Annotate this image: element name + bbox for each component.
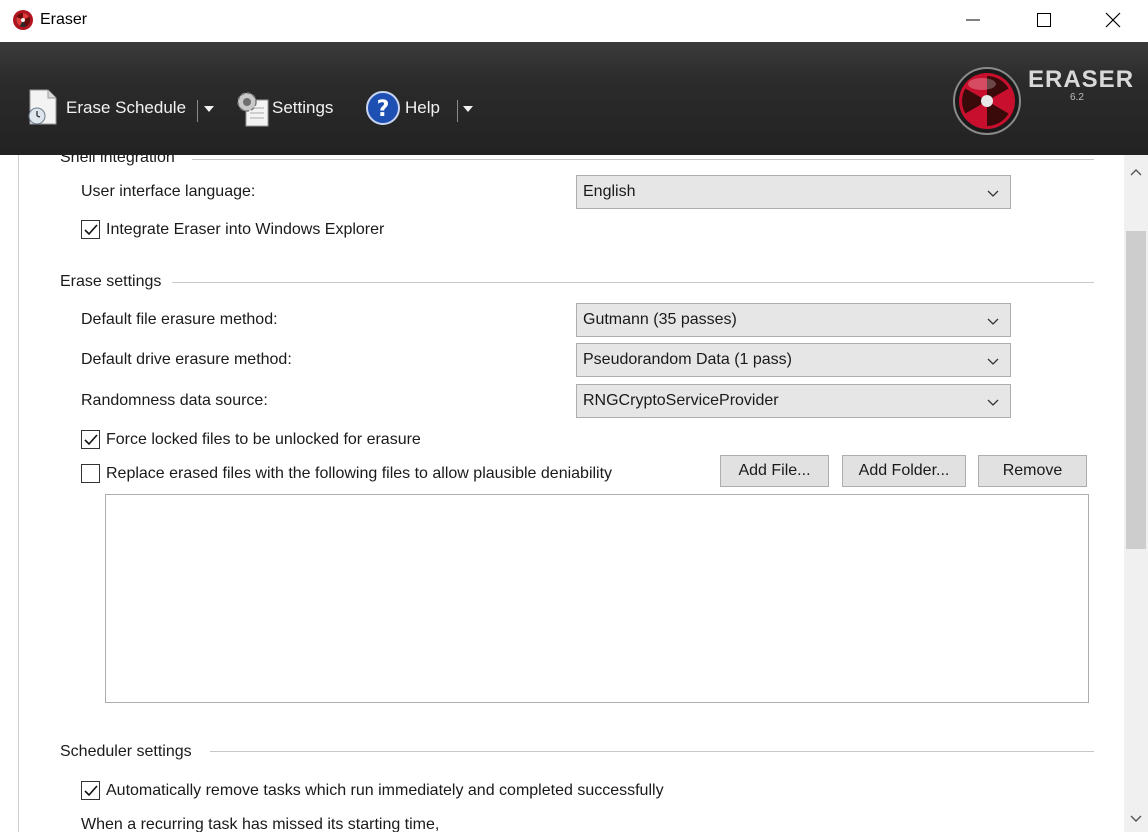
missed-task-label: When a recurring task has missed its sta… bbox=[81, 816, 440, 832]
drive-method-select[interactable]: Pseudorandom Data (1 pass) bbox=[576, 343, 1011, 377]
checkmark-icon bbox=[83, 784, 98, 796]
erase-schedule-button[interactable]: Erase Schedule bbox=[26, 88, 186, 128]
remove-button[interactable]: Remove bbox=[978, 455, 1087, 487]
help-button[interactable]: ? Help bbox=[365, 88, 440, 128]
eraser-app-icon bbox=[13, 10, 33, 30]
chevron-down-icon bbox=[987, 399, 999, 406]
checkmark-icon bbox=[83, 433, 98, 445]
toolbar-separator bbox=[197, 100, 198, 122]
language-value: English bbox=[583, 183, 636, 200]
help-icon: ? bbox=[366, 91, 400, 125]
file-method-label: Default file erasure method: bbox=[81, 311, 278, 328]
plausible-deniability-row: Replace erased files with the following … bbox=[81, 464, 612, 483]
settings-label: Settings bbox=[272, 98, 334, 117]
chevron-down-icon bbox=[987, 358, 999, 365]
help-label: Help bbox=[405, 98, 440, 117]
minimize-icon bbox=[966, 19, 980, 21]
file-method-value: Gutmann (35 passes) bbox=[583, 311, 737, 328]
settings-button[interactable]: Settings bbox=[234, 88, 333, 128]
remove-label: Remove bbox=[1002, 462, 1063, 479]
erase-settings-group-title: Erase settings bbox=[60, 273, 168, 291]
language-label: User interface language: bbox=[81, 183, 256, 200]
checkmark-icon bbox=[83, 223, 98, 235]
maximize-button[interactable] bbox=[1021, 0, 1067, 40]
caret-down-icon bbox=[204, 106, 214, 112]
gear-icon bbox=[237, 92, 269, 127]
schedule-document-icon bbox=[28, 89, 57, 125]
scroll-up-button[interactable] bbox=[1124, 155, 1148, 189]
group-divider bbox=[192, 159, 1094, 160]
scheduler-settings-group-title: Scheduler settings bbox=[60, 743, 198, 761]
shell-integration-group-title: Shell integration bbox=[60, 155, 181, 167]
vertical-scrollbar[interactable] bbox=[1124, 155, 1148, 832]
integrate-explorer-row: Integrate Eraser into Windows Explorer bbox=[81, 220, 384, 239]
scroll-down-button[interactable] bbox=[1124, 806, 1148, 832]
panel-border bbox=[18, 155, 19, 832]
close-icon bbox=[1105, 12, 1121, 28]
group-divider bbox=[172, 282, 1094, 283]
random-source-select[interactable]: RNGCryptoServiceProvider bbox=[576, 384, 1011, 418]
auto-remove-label: Automatically remove tasks which run imm… bbox=[106, 781, 664, 799]
brand-version: 6.2 bbox=[1070, 92, 1084, 103]
plausible-files-list[interactable] bbox=[105, 494, 1089, 703]
group-divider bbox=[210, 751, 1094, 752]
force-unlock-checkbox[interactable] bbox=[81, 430, 100, 449]
toolbar: Erase Schedule Settings ? Help ERASER 6.… bbox=[0, 42, 1148, 155]
integrate-explorer-checkbox[interactable] bbox=[81, 220, 100, 239]
eraser-logo-icon bbox=[953, 67, 1021, 135]
add-file-button[interactable]: Add File... bbox=[720, 455, 829, 487]
add-folder-label: Add Folder... bbox=[858, 462, 950, 479]
chevron-up-icon bbox=[1130, 169, 1142, 176]
close-button[interactable] bbox=[1090, 0, 1136, 40]
chevron-down-icon bbox=[1130, 815, 1142, 822]
force-unlock-row: Force locked files to be unlocked for er… bbox=[81, 430, 421, 449]
erase-schedule-dropdown[interactable] bbox=[202, 102, 216, 116]
title-bar: Eraser bbox=[0, 0, 1148, 42]
erase-schedule-label: Erase Schedule bbox=[66, 98, 187, 117]
file-method-select[interactable]: Gutmann (35 passes) bbox=[576, 303, 1011, 337]
minimize-button[interactable] bbox=[950, 0, 996, 40]
add-folder-button[interactable]: Add Folder... bbox=[842, 455, 966, 487]
integrate-explorer-label: Integrate Eraser into Windows Explorer bbox=[106, 220, 385, 238]
chevron-down-icon bbox=[987, 318, 999, 325]
help-dropdown[interactable] bbox=[461, 102, 475, 116]
plausible-deniability-label: Replace erased files with the following … bbox=[106, 464, 613, 482]
toolbar-separator bbox=[457, 100, 458, 122]
auto-remove-checkbox[interactable] bbox=[81, 781, 100, 800]
random-source-value: RNGCryptoServiceProvider bbox=[583, 392, 779, 409]
scroll-thumb[interactable] bbox=[1126, 231, 1146, 549]
language-select[interactable]: English bbox=[576, 175, 1011, 209]
window-title: Eraser bbox=[40, 11, 88, 28]
drive-method-value: Pseudorandom Data (1 pass) bbox=[583, 351, 792, 368]
maximize-icon bbox=[1037, 13, 1051, 27]
chevron-down-icon bbox=[987, 190, 999, 197]
random-source-label: Randomness data source: bbox=[81, 392, 268, 409]
plausible-deniability-checkbox[interactable] bbox=[81, 464, 100, 483]
add-file-label: Add File... bbox=[738, 462, 811, 479]
drive-method-label: Default drive erasure method: bbox=[81, 351, 292, 368]
svg-text:?: ? bbox=[377, 97, 390, 122]
caret-down-icon bbox=[463, 106, 473, 112]
auto-remove-row: Automatically remove tasks which run imm… bbox=[81, 781, 664, 800]
force-unlock-label: Force locked files to be unlocked for er… bbox=[106, 430, 421, 448]
brand-name: ERASER bbox=[1028, 66, 1135, 93]
